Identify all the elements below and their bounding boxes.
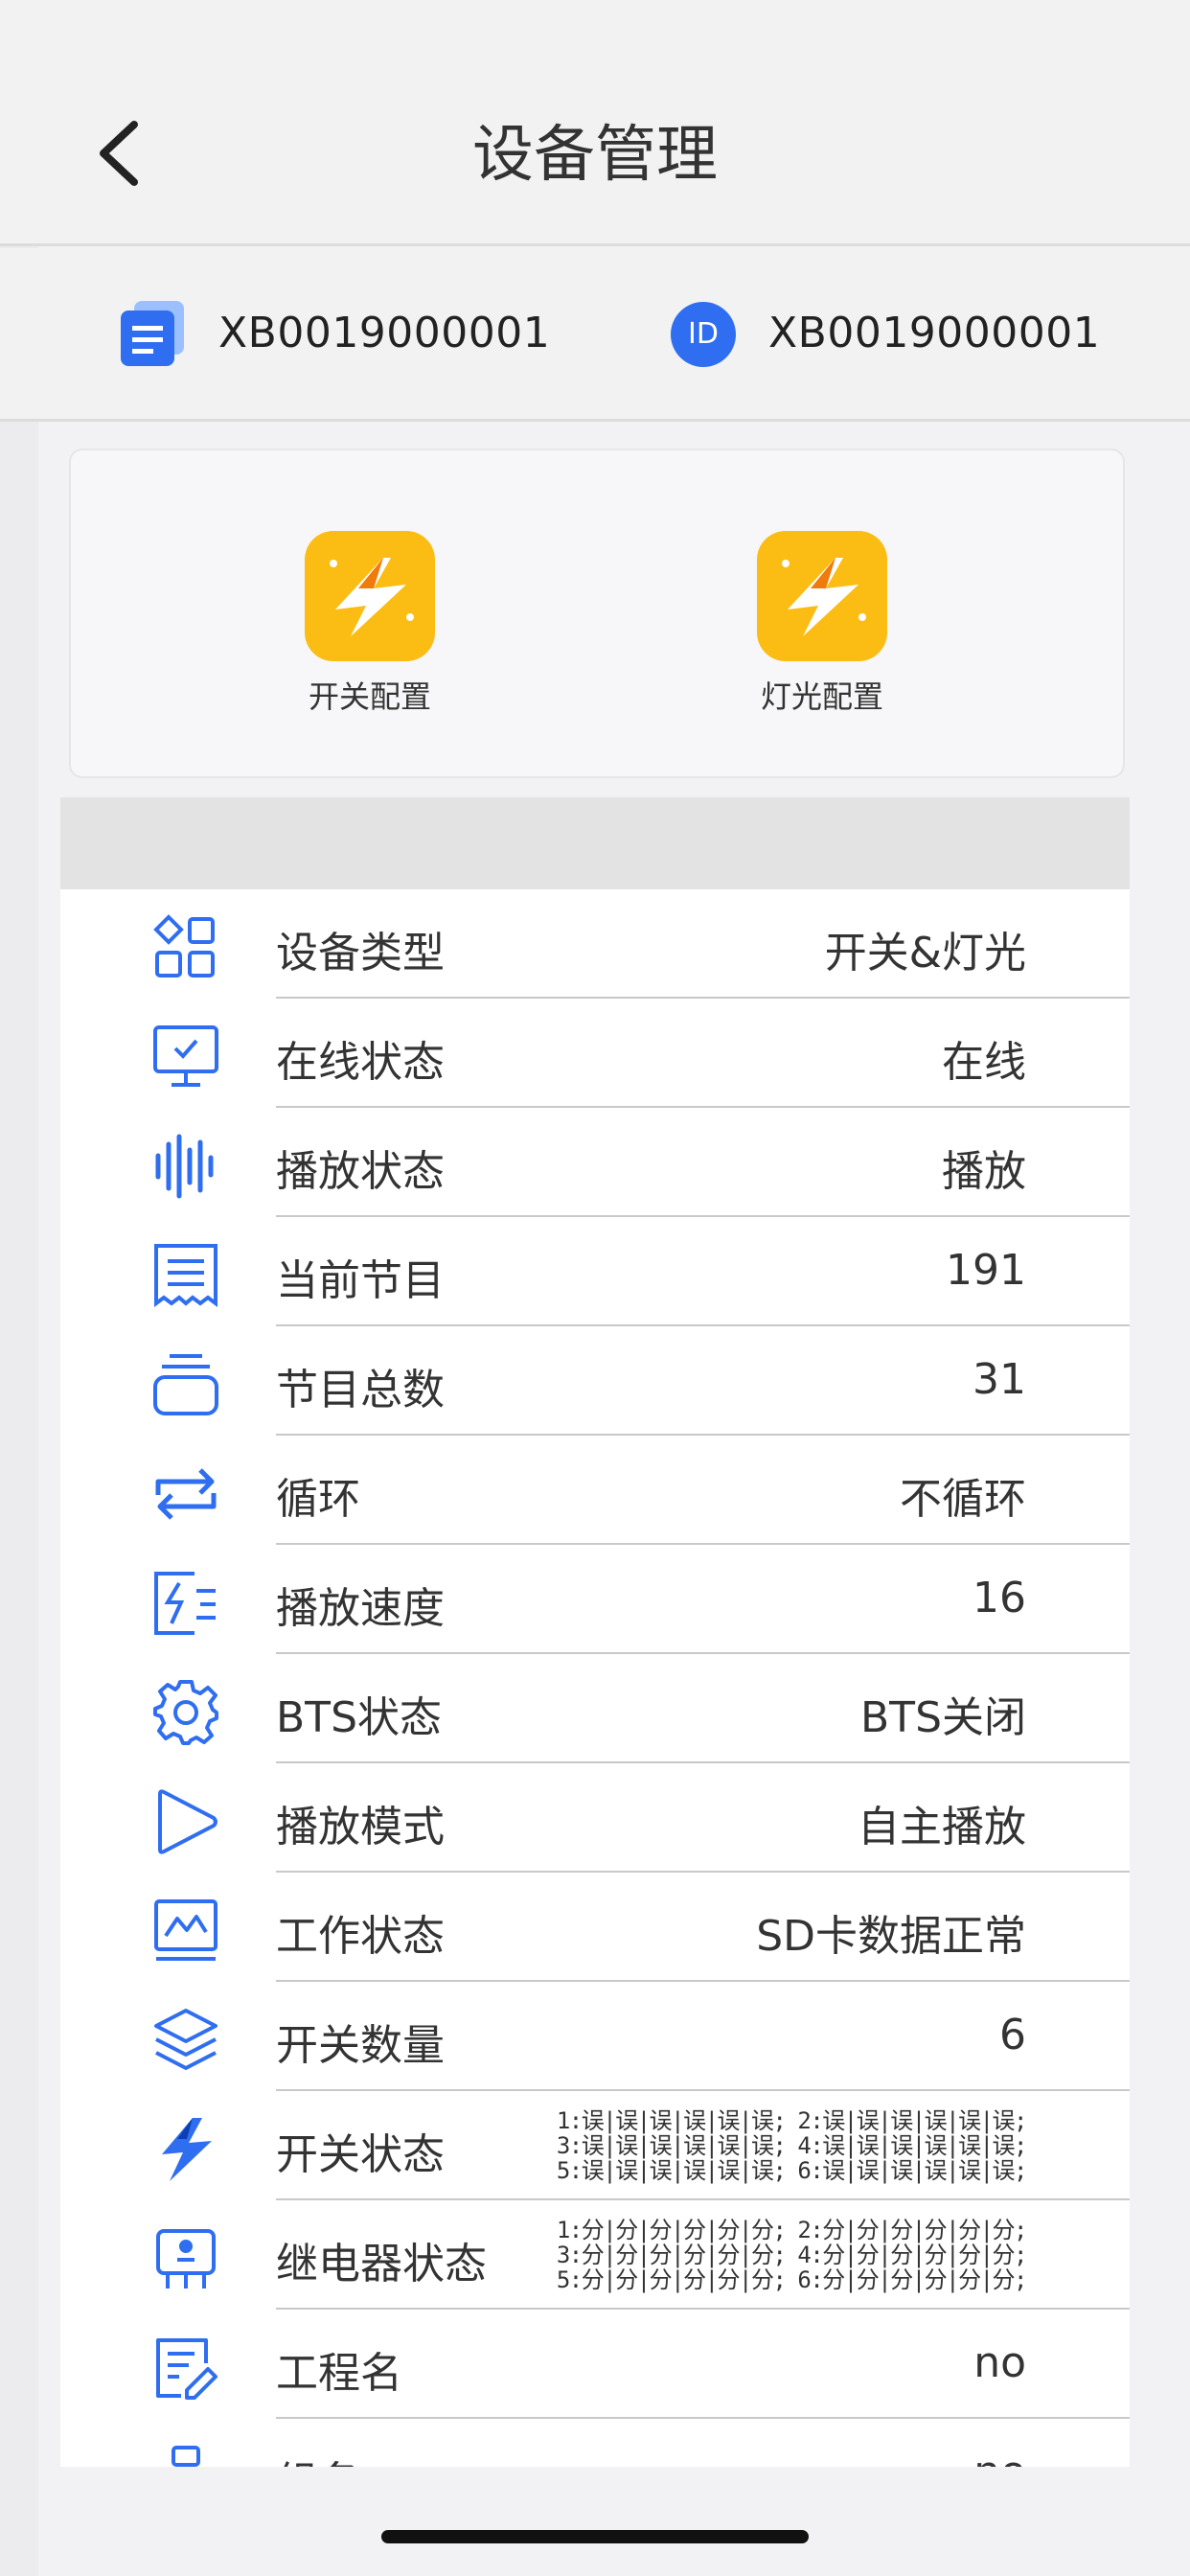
row-value: BTS关闭 — [860, 1693, 1026, 1742]
nav-bar: 设备管理 — [0, 0, 1190, 245]
row-label: 当前节目 — [276, 1256, 445, 1305]
list-item: 继电器状态 1:分|分|分|分|分|分; 2:分|分|分|分|分|分; 3:分|… — [60, 2200, 1130, 2310]
row-label: 循环 — [276, 1475, 360, 1524]
row-value: 16 — [973, 1574, 1026, 1622]
bolt-icon — [162, 2118, 212, 2181]
list-item: 循环 不循环 — [60, 1436, 1130, 1545]
divider — [0, 243, 1190, 246]
category-icon — [153, 914, 215, 978]
row-label: 工作状态 — [276, 1912, 445, 1961]
row-value: 自主播放 — [858, 1803, 1026, 1852]
row-label: 组名 — [276, 2448, 360, 2467]
row-label: BTS状态 — [276, 1693, 442, 1742]
page-title: 设备管理 — [472, 120, 718, 191]
row-value: 播放 — [942, 1147, 1026, 1196]
list-item: 节目总数 31 — [60, 1326, 1130, 1436]
edit-doc-icon — [156, 2338, 217, 2400]
status-line: 1:分|分|分|分|分|分; 2:分|分|分|分|分|分; — [556, 2217, 1028, 2243]
switch-config-label: 开关配置 — [308, 678, 431, 715]
list-item: 工程名 no — [60, 2310, 1130, 2419]
row-label: 在线状态 — [276, 1038, 445, 1087]
receipt-icon — [154, 1244, 217, 1307]
list-item: 播放状态 播放 — [60, 1108, 1130, 1217]
home-indicator — [381, 2530, 809, 2543]
monitor-check-icon — [153, 1025, 218, 1087]
left-edge — [0, 245, 38, 2576]
status-line: 5:分|分|分|分|分|分; 6:分|分|分|分|分|分; — [556, 2266, 1028, 2293]
light-config-label: 灯光配置 — [760, 678, 883, 715]
row-label: 播放状态 — [276, 1147, 445, 1196]
relay-icon — [156, 2229, 216, 2288]
row-label: 设备类型 — [276, 929, 445, 978]
device-info-list: 设备类型 开关&灯光 在线状态 在线 播放状态 播放 当前节目 191 节目总数… — [60, 889, 1130, 2467]
row-value: 开关&灯光 — [824, 929, 1026, 978]
list-item: 设备类型 开关&灯光 — [60, 889, 1130, 999]
row-label: 节目总数 — [276, 1366, 445, 1414]
row-label: 播放模式 — [276, 1803, 445, 1852]
list-item: 工作状态 SD卡数据正常 — [60, 1873, 1130, 1982]
layers-icon — [154, 2009, 217, 2070]
repeat-icon — [155, 1468, 217, 1520]
document-icon — [121, 301, 184, 366]
device-serial: XB0019000001 — [218, 309, 551, 357]
row-value: no — [973, 2448, 1026, 2467]
list-item: 播放速度 16 — [60, 1545, 1130, 1654]
relay-status-values: 1:分|分|分|分|分|分; 2:分|分|分|分|分|分; 3:分|分|分|分|… — [556, 2217, 1028, 2293]
chart-icon — [154, 1899, 217, 1961]
status-line: 5:误|误|误|误|误|误; 6:误|误|误|误|误|误; — [556, 2157, 1028, 2184]
id-badge-icon: ID — [671, 302, 736, 367]
row-label: 开关状态 — [276, 2130, 445, 2179]
row-value: 31 — [973, 1355, 1026, 1404]
row-value: SD卡数据正常 — [756, 1912, 1026, 1961]
speed-icon — [154, 1572, 216, 1635]
network-icon — [172, 2446, 200, 2467]
stack-icon — [153, 1354, 218, 1415]
list-item: 开关数量 6 — [60, 1982, 1130, 2091]
list-item: BTS状态 BTS关闭 — [60, 1654, 1130, 1763]
list-item: 当前节目 191 — [60, 1217, 1130, 1326]
status-line: 3:分|分|分|分|分|分; 4:分|分|分|分|分|分; — [556, 2242, 1028, 2268]
switch-config-button[interactable]: 开关配置 — [303, 529, 437, 717]
status-line: 1:误|误|误|误|误|误; 2:误|误|误|误|误|误; — [556, 2107, 1028, 2134]
play-icon — [158, 1789, 217, 1854]
divider — [0, 419, 1190, 422]
row-label: 开关数量 — [276, 2021, 445, 2070]
status-line: 3:误|误|误|误|误|误; 4:误|误|误|误|误|误; — [556, 2132, 1028, 2159]
list-item: 播放模式 自主播放 — [60, 1763, 1130, 1873]
gear-icon — [153, 1680, 218, 1745]
waveform-icon — [155, 1134, 214, 1199]
row-label: 工程名 — [276, 2349, 402, 2398]
device-id: XB0019000001 — [768, 309, 1101, 357]
row-value: 191 — [946, 1246, 1026, 1295]
switch-status-values: 1:误|误|误|误|误|误; 2:误|误|误|误|误|误; 3:误|误|误|误|… — [556, 2107, 1028, 2184]
row-value: 在线 — [942, 1038, 1026, 1087]
list-item: 组名 no — [60, 2419, 1130, 2467]
list-item: 在线状态 在线 — [60, 999, 1130, 1108]
row-label: 继电器状态 — [276, 2240, 487, 2288]
list-item: 开关状态 1:误|误|误|误|误|误; 2:误|误|误|误|误|误; 3:误|误… — [60, 2091, 1130, 2200]
light-config-button[interactable]: 灯光配置 — [755, 529, 889, 717]
lightning-app-icon — [757, 531, 887, 661]
section-header — [60, 797, 1130, 889]
function-card: 开关配置 灯光配置 — [69, 448, 1125, 778]
lightning-app-icon — [305, 531, 435, 661]
row-value: 不循环 — [900, 1475, 1026, 1524]
row-label: 播放速度 — [276, 1584, 445, 1633]
row-value: no — [973, 2338, 1026, 2387]
row-value: 6 — [999, 2011, 1026, 2059]
